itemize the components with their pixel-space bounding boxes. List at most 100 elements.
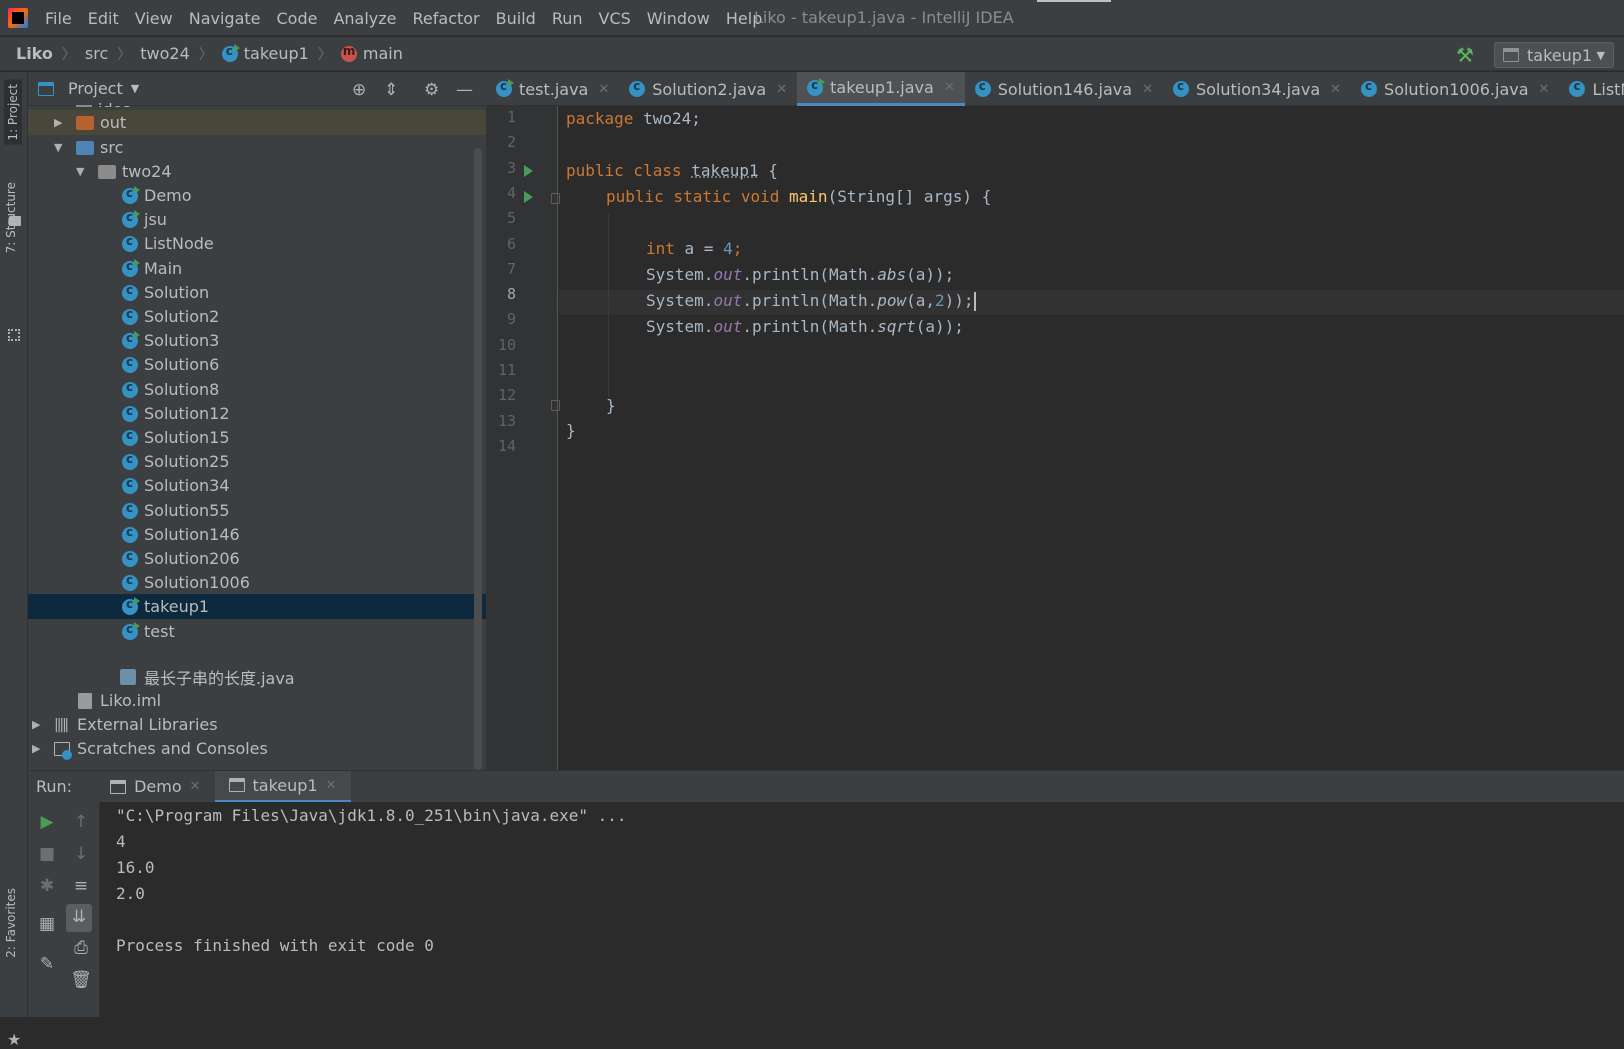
chevron-down-icon[interactable]: ▼: [131, 82, 139, 95]
editor-tab[interactable]: Solution34.java ✕: [1163, 72, 1351, 106]
fold-marker-icon[interactable]: [551, 400, 560, 411]
scroll-to-end-icon[interactable]: ⇊: [66, 904, 92, 932]
editor-tab[interactable]: ListNode.java: [1559, 72, 1624, 106]
rerun-icon[interactable]: ▶: [34, 812, 60, 832]
tree-item-class[interactable]: Solution146: [28, 522, 486, 547]
editor-tab[interactable]: Solution1006.java ✕: [1351, 72, 1559, 106]
pin-icon[interactable]: ✎: [34, 954, 60, 974]
console-output[interactable]: [100, 802, 1624, 1017]
tree-item-class[interactable]: jsu: [28, 207, 486, 232]
menu-code[interactable]: Code: [277, 9, 318, 28]
console-line: 16.0: [116, 858, 155, 877]
tree-item-java-file[interactable]: 最长子串的长度.java: [28, 664, 486, 689]
tree-item-src[interactable]: ▼ src: [28, 135, 486, 160]
tool-tab-structure[interactable]: 7: Structure: [4, 182, 18, 253]
stop-icon[interactable]: ■: [34, 844, 60, 864]
debug-icon[interactable]: ✱: [34, 876, 60, 896]
menu-refactor[interactable]: Refactor: [413, 9, 480, 28]
class-icon: [122, 454, 138, 470]
arrow-down-icon[interactable]: ↓: [68, 844, 94, 864]
code-line-12[interactable]: }: [606, 393, 616, 418]
code-line-3[interactable]: public class takeup1 {: [566, 158, 778, 183]
breadcrumb-package[interactable]: two24: [140, 44, 190, 63]
close-icon[interactable]: ✕: [1330, 82, 1341, 97]
close-icon[interactable]: ✕: [326, 778, 337, 793]
tree-item-out[interactable]: ▶ out: [28, 110, 486, 135]
tree-item-class[interactable]: Solution8: [28, 377, 486, 402]
menu-view[interactable]: View: [135, 9, 173, 28]
chevron-right-icon[interactable]: ▶: [32, 718, 40, 731]
tree-item-class[interactable]: Solution15: [28, 425, 486, 450]
run-class-icon[interactable]: [524, 165, 533, 177]
menu-vcs[interactable]: VCS: [599, 9, 631, 28]
tree-item-class[interactable]: Solution55: [28, 498, 486, 523]
menu-window[interactable]: Window: [647, 9, 710, 28]
menu-file[interactable]: File: [45, 9, 72, 28]
tree-item-class[interactable]: Solution206: [28, 546, 486, 571]
tree-item-scratches[interactable]: ▶ Scratches and Consoles: [28, 736, 486, 761]
tree-item-class[interactable]: Solution: [28, 280, 486, 305]
breadcrumb-project[interactable]: Liko: [16, 44, 53, 63]
close-icon[interactable]: ✕: [1539, 82, 1550, 97]
tree-item-class[interactable]: test: [28, 619, 486, 644]
chevron-right-icon[interactable]: ▶: [54, 116, 62, 129]
tree-item-class[interactable]: Main: [28, 256, 486, 281]
code-line-4[interactable]: public static void main(String[] args) {: [606, 184, 991, 209]
tool-tab-project[interactable]: 1: Project: [4, 80, 22, 145]
build-hammer-icon[interactable]: ⚒: [1456, 43, 1480, 65]
tree-item-iml[interactable]: Liko.iml: [28, 688, 486, 713]
run-tab-demo[interactable]: Demo ✕: [96, 771, 214, 803]
tool-tab-favorites[interactable]: 2: Favorites: [4, 888, 18, 958]
breadcrumb-class[interactable]: takeup1: [244, 44, 309, 63]
code-line-13[interactable]: }: [566, 418, 576, 443]
tree-item-package[interactable]: ▼ two24: [28, 159, 486, 184]
code-line-9[interactable]: System.out.println(Math.sqrt(a));: [646, 314, 964, 339]
tree-item-external-libraries[interactable]: ▶ |||‖ External Libraries: [28, 712, 486, 737]
code-token: out: [713, 317, 742, 336]
tree-item-class[interactable]: ListNode: [28, 231, 486, 256]
project-scrollbar[interactable]: [474, 148, 482, 770]
menu-build[interactable]: Build: [496, 9, 536, 28]
editor-tab[interactable]: test.java ✕: [486, 72, 619, 106]
tree-item-partial[interactable]: idea: [28, 95, 486, 107]
soft-wrap-icon[interactable]: ≡: [68, 876, 94, 896]
editor-tab-active[interactable]: takeup1.java ✕: [797, 72, 965, 106]
run-configuration-select[interactable]: takeup1 ▼: [1494, 42, 1614, 68]
breadcrumb-src[interactable]: src: [85, 44, 108, 63]
chevron-right-icon[interactable]: ▶: [32, 742, 40, 755]
chevron-down-icon[interactable]: ▼: [54, 141, 62, 154]
close-icon[interactable]: ✕: [598, 82, 609, 97]
run-main-icon[interactable]: [524, 191, 533, 203]
code-line-1[interactable]: package two24;: [566, 106, 701, 131]
run-tab-takeup1[interactable]: takeup1 ✕: [215, 771, 351, 803]
tree-item-class[interactable]: Demo: [28, 183, 486, 208]
close-icon[interactable]: ✕: [776, 82, 787, 97]
code-line-6[interactable]: int a = 4;: [646, 236, 742, 261]
code-line-7[interactable]: System.out.println(Math.abs(a));: [646, 262, 954, 287]
tree-item-class[interactable]: Solution12: [28, 401, 486, 426]
tree-item-class[interactable]: Solution34: [28, 473, 486, 498]
editor-tab[interactable]: Solution146.java ✕: [965, 72, 1163, 106]
tree-item-class[interactable]: takeup1: [28, 594, 486, 619]
tree-item-class[interactable]: Solution2: [28, 304, 486, 329]
chevron-down-icon[interactable]: ▼: [76, 165, 84, 178]
tree-item-class[interactable]: Solution6: [28, 352, 486, 377]
tree-item-class[interactable]: Solution25: [28, 449, 486, 474]
arrow-up-icon[interactable]: ↑: [68, 812, 94, 832]
print-icon[interactable]: ⎙: [68, 938, 94, 958]
close-icon[interactable]: ✕: [190, 779, 201, 794]
close-icon[interactable]: ✕: [944, 80, 955, 95]
breadcrumb-method[interactable]: main: [363, 44, 403, 63]
tree-item-class[interactable]: Solution1006: [28, 570, 486, 595]
trash-icon[interactable]: 🗑: [68, 970, 94, 990]
editor-tab[interactable]: Solution2.java ✕: [619, 72, 797, 106]
code-line-8[interactable]: System.out.println(Math.pow(a,2));: [646, 288, 976, 313]
close-icon[interactable]: ✕: [1142, 82, 1153, 97]
menu-run[interactable]: Run: [552, 9, 583, 28]
tree-item-class[interactable]: Solution3: [28, 328, 486, 353]
layout-icon[interactable]: ▦: [34, 914, 60, 934]
fold-marker-icon[interactable]: [551, 193, 560, 204]
menu-navigate[interactable]: Navigate: [189, 9, 261, 28]
menu-analyze[interactable]: Analyze: [333, 9, 396, 28]
menu-edit[interactable]: Edit: [88, 9, 119, 28]
